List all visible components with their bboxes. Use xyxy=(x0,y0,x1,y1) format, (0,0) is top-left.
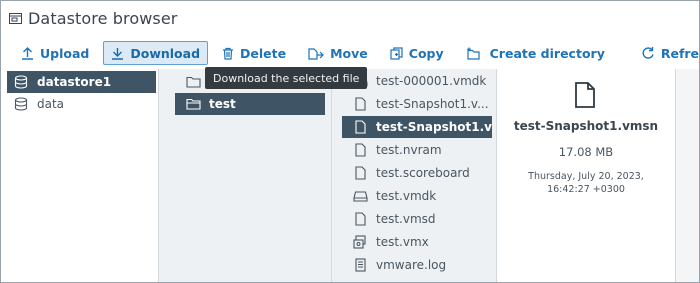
file-item[interactable]: test.scoreboard xyxy=(342,162,492,184)
refresh-label: Refresh xyxy=(660,45,700,61)
copy-icon xyxy=(390,46,403,60)
refresh-button[interactable]: Refresh xyxy=(633,41,700,65)
datastore-list: datastore1 data xyxy=(1,69,158,282)
trash-icon xyxy=(223,47,234,60)
file-modified-date: Thursday, July 20, 2023, 16:42:27 +0300 xyxy=(528,171,644,195)
file-item[interactable]: test-Snapshot1.v... xyxy=(342,93,492,115)
new-folder-icon xyxy=(466,47,480,60)
folder-label: test xyxy=(209,97,236,111)
vm-config-icon xyxy=(352,234,368,250)
log-icon xyxy=(352,257,368,273)
datastore-label: data xyxy=(37,97,65,111)
file-item[interactable]: test.nvram xyxy=(342,139,492,161)
datastore-item-datastore1[interactable]: datastore1 xyxy=(7,71,156,93)
move-label: Move xyxy=(330,45,368,61)
download-label: Download xyxy=(130,45,201,61)
folder-list: test xyxy=(158,69,331,282)
file-item[interactable]: vmware.log xyxy=(342,254,492,276)
file-label: test.scoreboard xyxy=(376,166,470,180)
file-label: test-Snapshot1.v... xyxy=(376,120,492,134)
file-icon xyxy=(352,211,368,227)
download-button[interactable]: Download xyxy=(103,41,209,65)
file-icon xyxy=(352,119,368,135)
file-icon xyxy=(352,96,368,112)
file-label: test-000001.vmdk xyxy=(376,74,487,88)
file-icon xyxy=(574,81,596,113)
window-title: Datastore browser xyxy=(28,8,178,28)
upload-label: Upload xyxy=(40,45,90,61)
file-item[interactable]: test.vmx xyxy=(342,231,492,253)
file-icon xyxy=(352,142,368,158)
folder-icon xyxy=(185,96,201,112)
delete-label: Delete xyxy=(240,45,287,61)
datastore-browser-window: Datastore browser Upload Download Delete… xyxy=(0,0,700,283)
file-label: test.nvram xyxy=(376,143,442,157)
datastore-icon xyxy=(13,74,29,90)
file-label: test-Snapshot1.v... xyxy=(376,97,489,111)
file-label: test.vmx xyxy=(376,235,429,249)
upload-button[interactable]: Upload xyxy=(13,41,97,65)
file-size: 17.08 MB xyxy=(558,145,614,159)
upload-icon xyxy=(22,46,33,60)
title-bar: Datastore browser xyxy=(1,1,699,35)
tooltip-text: Download the selected file xyxy=(213,71,360,85)
file-label: test.vmdk xyxy=(376,189,437,203)
copy-label: Copy xyxy=(408,45,444,61)
datastore-browser-icon xyxy=(9,12,22,25)
file-details-panel: test-Snapshot1.vmsn 17.08 MB Thursday, J… xyxy=(496,69,676,282)
download-tooltip: Download the selected file xyxy=(205,67,368,89)
file-item[interactable]: test.vmdk xyxy=(342,185,492,207)
file-item-selected[interactable]: test-Snapshot1.v... xyxy=(342,116,492,138)
file-list: test-000001.vmdk test-Snapshot1.v... tes… xyxy=(331,69,496,282)
datastore-label: datastore1 xyxy=(37,75,112,89)
copy-button[interactable]: Copy xyxy=(382,41,452,65)
file-item[interactable]: test.vmsd xyxy=(342,208,492,230)
folder-item-test[interactable]: test xyxy=(175,93,325,115)
empty-column xyxy=(676,69,699,282)
move-icon xyxy=(308,47,324,60)
datastore-item-data[interactable]: data xyxy=(7,93,156,115)
delete-button[interactable]: Delete xyxy=(214,41,294,65)
create-directory-label: Create directory xyxy=(489,45,605,61)
datastore-icon xyxy=(13,96,29,112)
file-icon xyxy=(352,165,368,181)
folder-icon xyxy=(185,74,201,90)
disk-icon xyxy=(352,188,368,204)
toolbar: Upload Download Delete Move Copy Create … xyxy=(1,39,699,67)
file-label: test.vmsd xyxy=(376,212,436,226)
file-label: vmware.log xyxy=(376,258,447,272)
create-directory-button[interactable]: Create directory xyxy=(458,41,613,65)
refresh-icon xyxy=(642,47,654,59)
move-button[interactable]: Move xyxy=(300,41,376,65)
download-icon xyxy=(112,47,124,60)
file-name: test-Snapshot1.vmsn xyxy=(513,119,659,133)
